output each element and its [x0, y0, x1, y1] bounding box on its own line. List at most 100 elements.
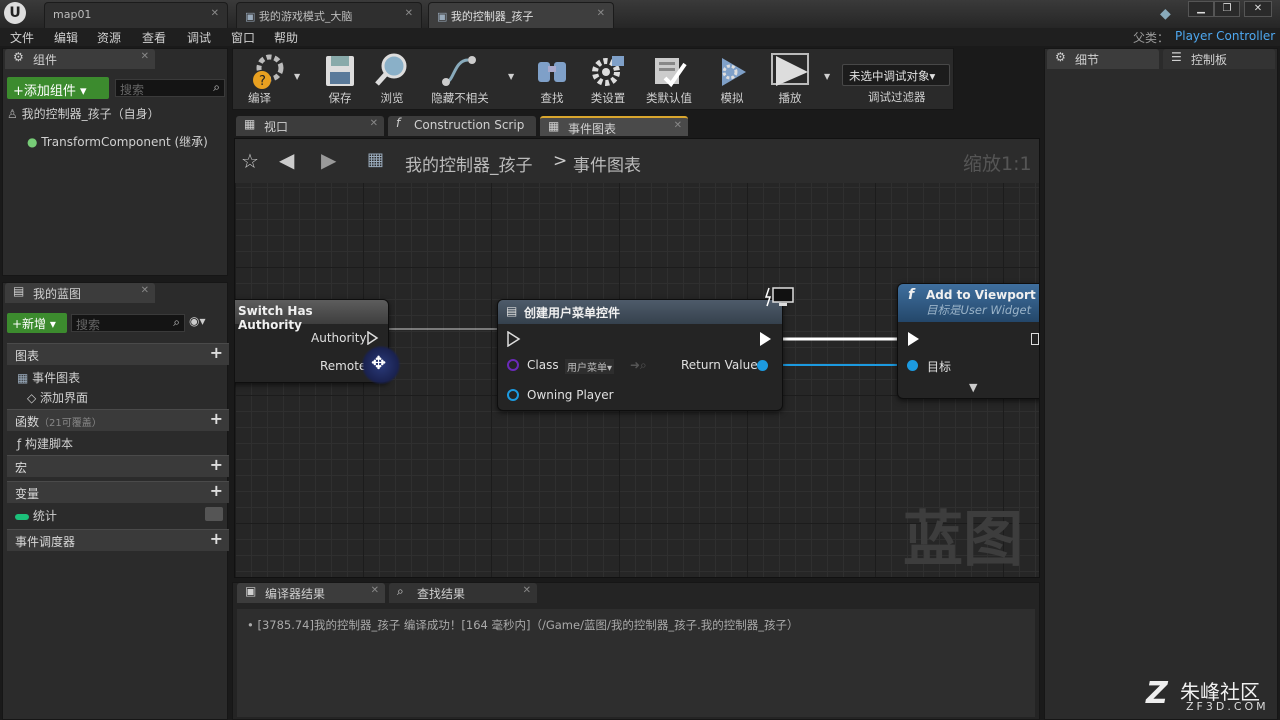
expand-arrow-icon[interactable]: ▼	[969, 381, 977, 394]
section-variables[interactable]: 变量 +	[7, 481, 229, 503]
add-macro-icon[interactable]: +	[210, 457, 223, 473]
tab-viewport[interactable]: ▦ 视口 ✕	[236, 116, 384, 136]
menu-edit[interactable]: 编辑	[54, 29, 78, 46]
owning-player-pin-icon[interactable]	[507, 389, 519, 401]
browse-button[interactable]: 浏览	[368, 52, 416, 108]
graph-add-ui[interactable]: ◇ 添加界面	[27, 389, 88, 406]
add-component-button[interactable]: +添加组件 ▾	[7, 77, 109, 99]
close-window-button[interactable]: ✕	[1244, 1, 1272, 17]
doc-tab-gamemode[interactable]: ▣ 我的游戏模式_大脑 ✕	[236, 2, 422, 28]
graph-canvas[interactable]: ☆ ◀ ▶ ▦ 我的控制器_孩子 > 事件图表 缩放1:1 蓝图 Switch …	[234, 138, 1040, 578]
pin-authority[interactable]: Authority	[311, 331, 367, 345]
menu-window[interactable]: 窗口	[231, 29, 255, 46]
exec-in-pin-icon[interactable]	[507, 331, 521, 347]
close-icon[interactable]: ✕	[141, 285, 149, 296]
add-function-icon[interactable]: +	[210, 411, 223, 427]
tab-compiler-results[interactable]: ▣ 编译器结果 ✕	[237, 583, 385, 603]
close-icon[interactable]: ✕	[370, 118, 378, 129]
component-search-input[interactable]: 搜索 ⌕	[115, 79, 225, 97]
close-icon[interactable]: ✕	[405, 8, 413, 19]
exec-in-pin-icon[interactable]	[907, 331, 921, 347]
new-button[interactable]: +新增 ▾	[7, 313, 67, 333]
source-control-icon[interactable]: ◆	[1160, 6, 1171, 22]
function-construct[interactable]: ƒ 构建脚本	[17, 435, 73, 452]
hide-unrelated-button[interactable]: 隐藏不相关 ▼	[424, 52, 514, 108]
variable-item[interactable]: 统计	[15, 507, 223, 524]
tab-construction-script[interactable]: f Construction Scrip	[388, 116, 536, 136]
section-macros[interactable]: 宏 +	[7, 455, 229, 477]
blueprint-icon: ▣	[437, 10, 451, 23]
tab-components[interactable]: ⚙ 组件 ✕	[5, 49, 155, 69]
close-icon[interactable]: ✕	[597, 8, 605, 19]
save-button[interactable]: 保存	[316, 52, 364, 108]
person-icon: ♙	[7, 107, 22, 121]
section-graphs[interactable]: 图表 +	[7, 343, 229, 365]
class-dropdown[interactable]: 用户菜单▾	[565, 359, 615, 374]
component-transform[interactable]: ● TransformComponent (继承)	[27, 133, 208, 150]
exec-out-pin-icon[interactable]	[759, 331, 773, 347]
use-asset-arrow-icon[interactable]: ➜⌕	[630, 358, 647, 373]
add-dispatcher-icon[interactable]: +	[210, 531, 223, 547]
add-graph-icon[interactable]: +	[210, 345, 223, 361]
compiler-log-icon: ▣	[245, 584, 257, 598]
find-button[interactable]: 查找	[528, 52, 576, 108]
doc-tab-controller[interactable]: ▣ 我的控制器_孩子 ✕	[428, 2, 614, 28]
visibility-icon[interactable]: ◉▾	[189, 314, 206, 328]
return-value-pin-icon[interactable]	[757, 360, 768, 371]
chevron-down-icon[interactable]: ▼	[508, 72, 514, 81]
play-button[interactable]: 播放 ▼	[764, 52, 830, 108]
class-settings-button[interactable]: 类设置	[584, 52, 632, 108]
section-label: 事件调度器	[15, 535, 76, 549]
menu-help[interactable]: 帮助	[274, 29, 298, 46]
class-defaults-button[interactable]: 类默认值	[640, 52, 698, 108]
unreal-logo-icon[interactable]: U	[4, 2, 26, 24]
doc-tab-label: 我的控制器_孩子	[450, 10, 534, 23]
menu-view[interactable]: 查看	[142, 29, 166, 46]
binoculars-icon	[538, 62, 566, 82]
graph-event-graph[interactable]: ▦ 事件图表	[17, 369, 80, 386]
restore-button[interactable]: ❐	[1214, 1, 1240, 17]
tab-event-graph[interactable]: ▦ 事件图表 ✕	[540, 116, 688, 136]
tab-details[interactable]: ⚙ 细节	[1047, 49, 1159, 69]
debug-object-select[interactable]: 未选中调试对象▾	[842, 64, 950, 86]
menu-asset[interactable]: 资源	[97, 29, 121, 46]
minimize-button[interactable]: ▁	[1188, 1, 1214, 17]
menu-debug[interactable]: 调试	[187, 29, 211, 46]
doc-tab-map01[interactable]: map01 ✕	[44, 2, 228, 28]
search-icon: ⌕	[173, 315, 180, 329]
tab-my-blueprint[interactable]: ▤ 我的蓝图 ✕	[5, 283, 155, 303]
class-pin-icon[interactable]	[507, 359, 519, 371]
doc-tab-label: 我的游戏模式_大脑	[258, 10, 353, 23]
close-icon[interactable]: ✕	[371, 585, 379, 596]
brand-url: ZF3D.COM	[1186, 700, 1269, 713]
section-dispatchers[interactable]: 事件调度器 +	[7, 529, 229, 551]
checklist-icon	[655, 58, 687, 88]
chevron-down-icon[interactable]: ▼	[294, 72, 300, 81]
visibility-toggle-icon[interactable]	[205, 507, 223, 521]
close-icon[interactable]: ✕	[674, 120, 682, 131]
section-functions[interactable]: 函数（21可覆盖） +	[7, 409, 229, 431]
node-title: f Add to Viewport 目标是User Widget	[898, 284, 1039, 322]
scene-component-icon: ●	[27, 135, 42, 149]
component-root[interactable]: ♙ 我的控制器_孩子（自身）	[7, 105, 160, 122]
play-icon	[771, 53, 809, 86]
target-pin-icon[interactable]	[907, 360, 918, 371]
pin-remote[interactable]: Remote	[320, 359, 366, 373]
add-variable-icon[interactable]: +	[210, 483, 223, 499]
item-label: 添加界面	[40, 391, 89, 405]
exec-out-pin-icon[interactable]	[1031, 333, 1039, 345]
blueprint-search-input[interactable]: 搜索 ⌕	[71, 314, 185, 332]
chevron-down-icon[interactable]: ▼	[824, 72, 830, 81]
function-icon: f	[908, 287, 915, 303]
tab-palette[interactable]: ☰ 控制板	[1163, 49, 1275, 69]
parent-class-link[interactable]: Player Controller	[1175, 29, 1275, 43]
close-icon[interactable]: ✕	[141, 51, 149, 62]
exec-pin-icon[interactable]	[367, 331, 379, 345]
simulate-button[interactable]: 模拟	[708, 52, 756, 108]
tab-find-results[interactable]: ⌕ 查找结果 ✕	[389, 583, 537, 603]
close-icon[interactable]: ✕	[211, 8, 219, 19]
close-icon[interactable]: ✕	[523, 585, 531, 596]
browse-label: 浏览	[380, 91, 404, 105]
menu-file[interactable]: 文件	[10, 29, 34, 46]
compile-button[interactable]: ? 编译 ▼	[238, 52, 300, 108]
